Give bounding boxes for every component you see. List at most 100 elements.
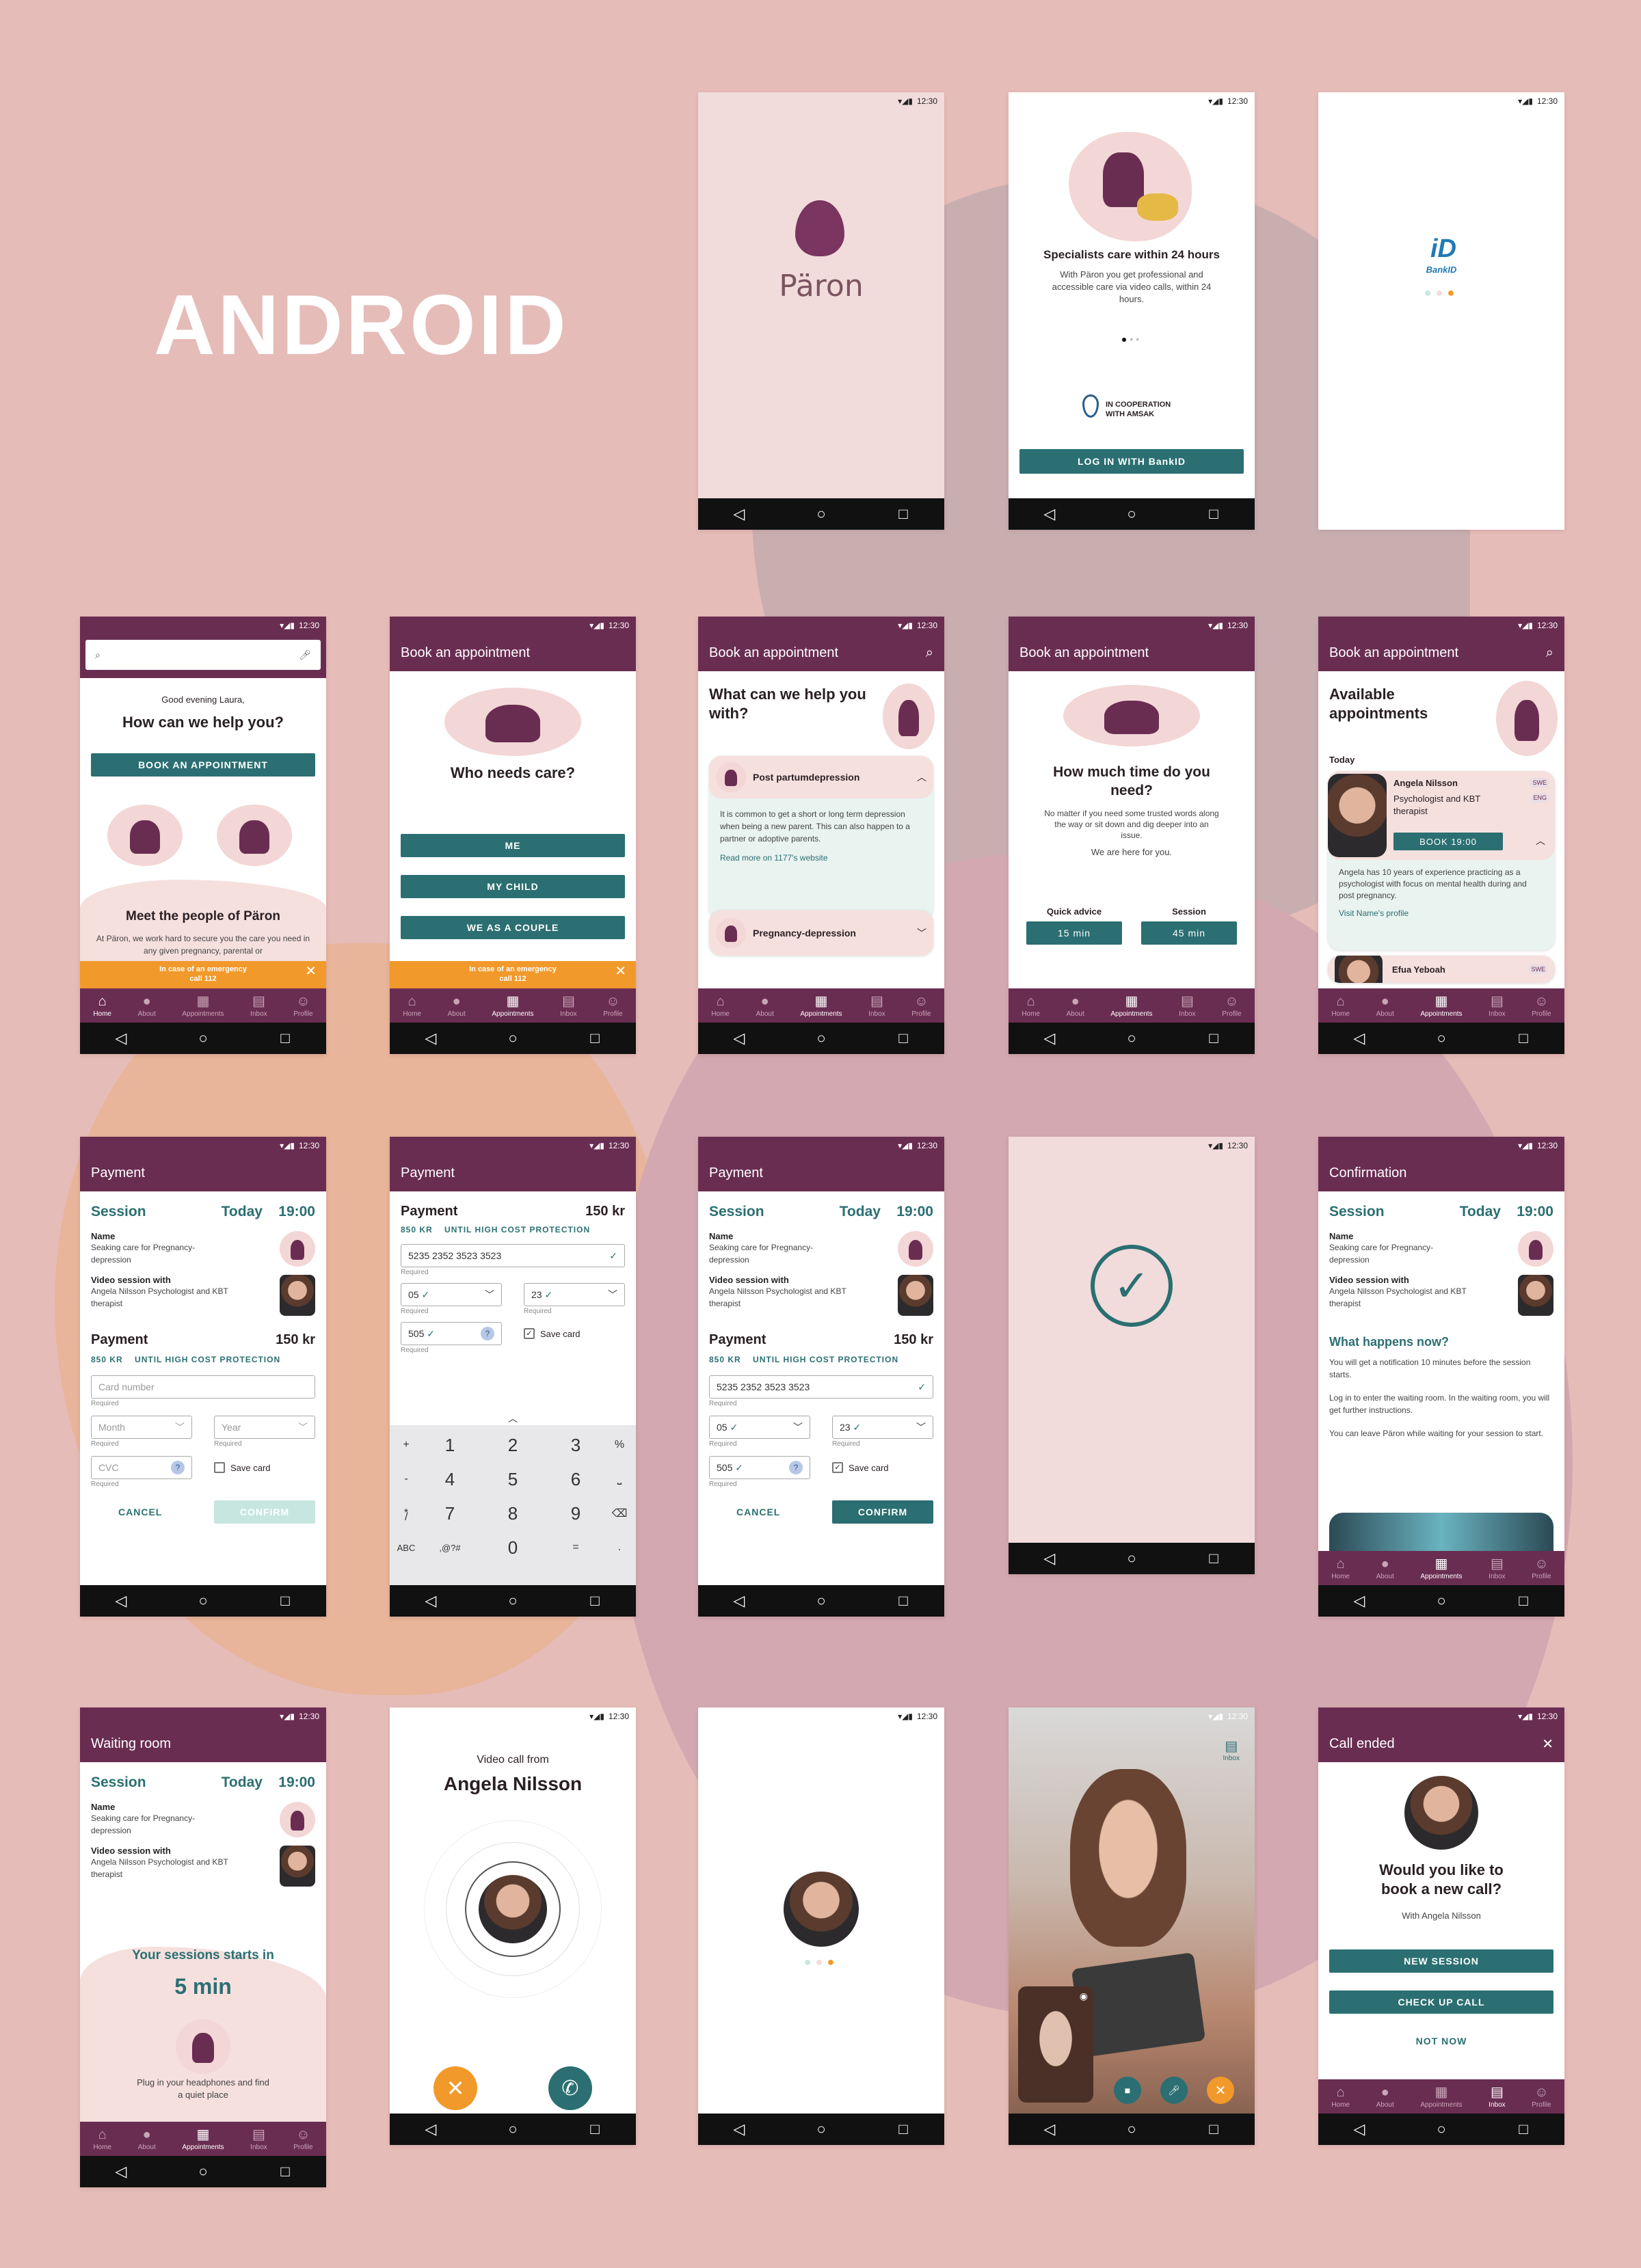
year-select[interactable]: Year ﹀ <box>214 1416 315 1439</box>
back-icon[interactable]: ◁ <box>1339 2120 1380 2138</box>
tab-profile[interactable]: ☺ Profile <box>1532 994 1551 1018</box>
tab-inbox[interactable]: ▤ Inbox <box>1179 994 1195 1018</box>
tab-appointments[interactable]: ▦ Appointments <box>1420 1556 1462 1580</box>
card-number-input[interactable]: Card number <box>91 1375 315 1399</box>
topic-post-partum[interactable]: Post partumdepression ︿ It is common to … <box>709 756 933 920</box>
tab-inbox[interactable]: ▤ Inbox <box>250 994 267 1018</box>
appointment-card-angela[interactable]: Angela Nilsson Psychologist and KBT ther… <box>1328 771 1555 950</box>
tab-appointments[interactable]: ▦ Appointments <box>800 994 842 1018</box>
tab-about[interactable]: ● About <box>756 994 774 1018</box>
tab-home[interactable]: ⌂ Home <box>711 994 730 1018</box>
key-1[interactable]: 1 <box>418 1435 481 1456</box>
tab-about[interactable]: ● About <box>138 994 156 1018</box>
home-icon[interactable]: ○ <box>1111 2120 1152 2138</box>
tab-about[interactable]: ● About <box>1376 1556 1394 1580</box>
session-button[interactable]: 45 min <box>1141 921 1237 945</box>
tab-home[interactable]: ⌂ Home <box>1331 994 1350 1018</box>
card-number-input[interactable]: 5235 2352 3523 3523 ✓ <box>401 1244 625 1267</box>
tab-profile[interactable]: ☺ Profile <box>911 994 931 1018</box>
card-number-input[interactable]: 5235 2352 3523 3523 ✓ <box>709 1375 933 1399</box>
option-child-button[interactable]: MY CHILD <box>401 875 625 898</box>
toggle-mic-button[interactable]: 🎤︎ <box>1160 2077 1188 2104</box>
key-space[interactable]: ⎵ <box>607 1473 632 1485</box>
save-card-checkbox[interactable]: ✓ <box>832 1462 843 1473</box>
recent-icon[interactable]: □ <box>265 1029 306 1047</box>
tab-profile[interactable]: ☺ Profile <box>1532 1556 1551 1580</box>
home-icon[interactable]: ○ <box>1421 1029 1462 1047</box>
tab-appointments[interactable]: ▦ Appointments <box>1420 2085 1462 2109</box>
recent-icon[interactable]: □ <box>883 505 924 523</box>
tab-profile[interactable]: ☺ Profile <box>1222 994 1241 1018</box>
back-icon[interactable]: ◁ <box>719 1029 760 1047</box>
search-icon[interactable]: ⌕ <box>1546 645 1553 661</box>
toggle-camera-button[interactable]: ■ <box>1114 2077 1141 2104</box>
chevron-up-icon[interactable]: ︿ <box>917 770 926 784</box>
key-7[interactable]: 7 <box>418 1503 481 1524</box>
key-slash[interactable]: / <box>405 1511 408 1524</box>
close-icon[interactable]: ✕ <box>305 964 317 978</box>
back-icon[interactable]: ◁ <box>1029 2120 1070 2138</box>
key-percent[interactable]: % <box>607 1439 632 1451</box>
key-5[interactable]: 5 <box>481 1469 544 1490</box>
home-icon[interactable]: ○ <box>1421 2120 1462 2138</box>
key-9[interactable]: 9 <box>544 1503 607 1524</box>
home-icon[interactable]: ○ <box>492 1592 533 1610</box>
back-icon[interactable]: ◁ <box>1029 505 1070 523</box>
key-dot[interactable]: . <box>607 1541 632 1554</box>
confirm-button[interactable]: CONFIRM <box>214 1500 315 1524</box>
recent-icon[interactable]: □ <box>1193 505 1234 523</box>
tab-inbox[interactable]: ▤ Inbox <box>868 994 885 1018</box>
new-session-button[interactable]: NEW SESSION <box>1329 1949 1553 1973</box>
pager-dots[interactable]: ●•• <box>1009 334 1255 345</box>
home-icon[interactable]: ○ <box>801 1029 842 1047</box>
backspace-icon[interactable]: ⌫ <box>607 1507 632 1520</box>
back-icon[interactable]: ◁ <box>719 2120 760 2138</box>
tab-inbox[interactable]: ▤ Inbox <box>250 2127 267 2151</box>
back-icon[interactable]: ◁ <box>101 1592 142 1610</box>
tab-appointments[interactable]: ▦ Appointments <box>1420 994 1462 1018</box>
home-icon[interactable]: ○ <box>183 1029 224 1047</box>
back-icon[interactable]: ◁ <box>1029 1550 1070 1567</box>
decline-call-button[interactable]: ✕ <box>433 2066 477 2110</box>
back-icon[interactable]: ◁ <box>1339 1029 1380 1047</box>
recent-icon[interactable]: □ <box>883 1029 924 1047</box>
back-icon[interactable]: ◁ <box>101 2163 142 2181</box>
home-icon[interactable]: ○ <box>492 2120 533 2138</box>
tab-about[interactable]: ● About <box>448 994 466 1018</box>
tab-profile[interactable]: ☺ Profile <box>293 994 312 1018</box>
book-slot-button[interactable]: BOOK 19:00 <box>1393 833 1503 850</box>
tab-home[interactable]: ⌂ Home <box>93 994 111 1018</box>
recent-icon[interactable]: □ <box>574 1592 615 1610</box>
home-icon[interactable]: ○ <box>801 505 842 523</box>
recent-icon[interactable]: □ <box>883 1592 924 1610</box>
back-icon[interactable]: ◁ <box>410 2120 451 2138</box>
topic-pregnancy-depression[interactable]: Pregnancy-depression ﹀ <box>709 910 933 956</box>
search-icon[interactable]: ⌕ <box>926 645 933 661</box>
month-select[interactable]: 05 ✓ ﹀ <box>709 1416 810 1439</box>
key-2[interactable]: 2 <box>481 1435 544 1456</box>
tab-inbox[interactable]: ▤ Inbox <box>1489 1556 1505 1580</box>
home-icon[interactable]: ○ <box>1111 1550 1152 1567</box>
tab-about[interactable]: ● About <box>1376 994 1394 1018</box>
tab-inbox[interactable]: ▤ Inbox <box>1489 2085 1505 2109</box>
home-icon[interactable]: ○ <box>183 1592 224 1610</box>
visit-profile-link[interactable]: Visit Name's profile <box>1328 904 1555 922</box>
recent-icon[interactable]: □ <box>1503 1029 1544 1047</box>
tab-home[interactable]: ⌂ Home <box>1331 1556 1350 1580</box>
chevron-up-icon[interactable]: ︿ <box>1536 834 1545 848</box>
key-3[interactable]: 3 <box>544 1435 607 1456</box>
month-select[interactable]: 05 ✓ ﹀ <box>401 1283 502 1306</box>
help-icon[interactable]: ? <box>171 1461 185 1474</box>
back-icon[interactable]: ◁ <box>719 505 760 523</box>
recent-icon[interactable]: □ <box>883 2120 924 2138</box>
tab-inbox[interactable]: ▤ Inbox <box>1489 994 1505 1018</box>
cvc-input[interactable]: 505 ✓? <box>401 1322 502 1345</box>
back-icon[interactable]: ◁ <box>410 1592 451 1610</box>
home-icon[interactable]: ○ <box>1111 505 1152 523</box>
save-card-checkbox[interactable]: ✓ <box>524 1328 535 1339</box>
tab-about[interactable]: ● About <box>1067 994 1084 1018</box>
key-equals[interactable]: = <box>544 1541 607 1554</box>
key-symbols[interactable]: ,@?# <box>418 1543 481 1553</box>
back-icon[interactable]: ◁ <box>101 1029 142 1047</box>
eye-icon[interactable]: ◉ <box>1080 1990 1088 2002</box>
